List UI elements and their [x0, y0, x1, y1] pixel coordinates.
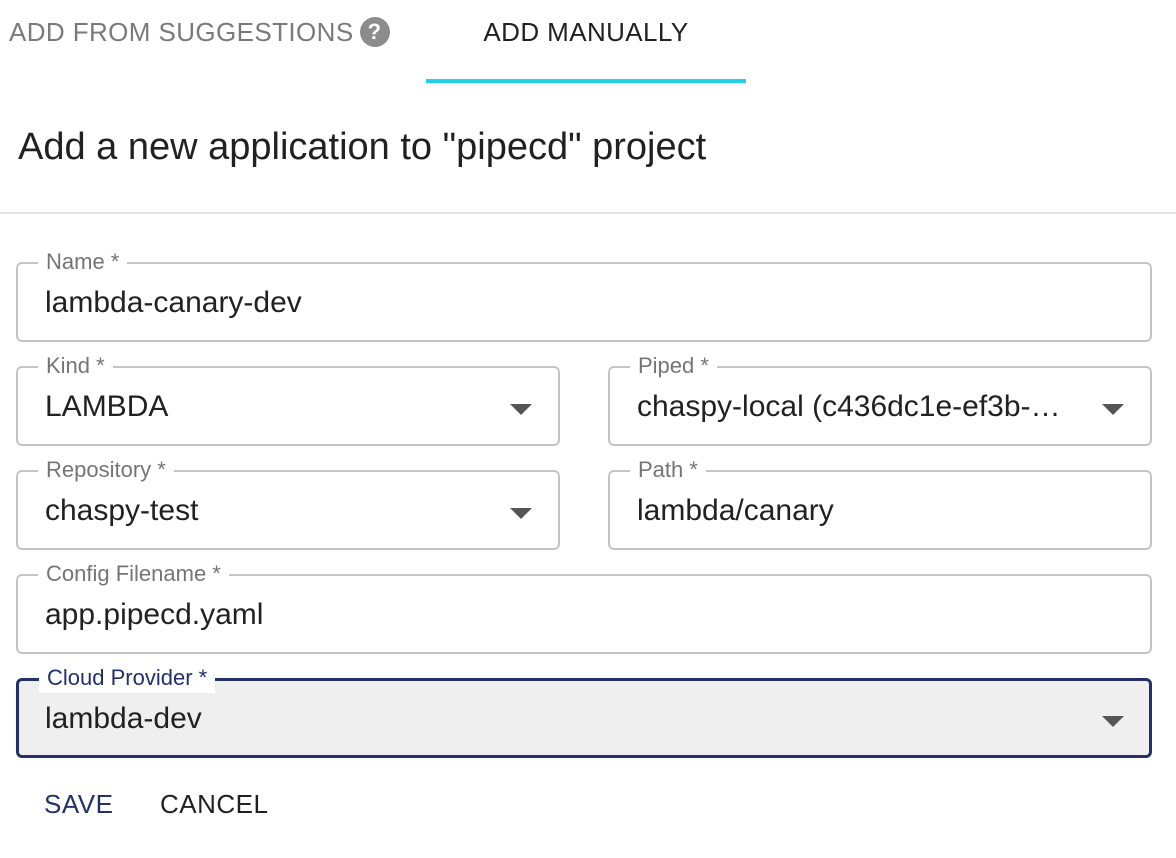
- page-title: Add a new application to "pipecd" projec…: [18, 126, 707, 168]
- save-button[interactable]: SAVE: [44, 782, 113, 826]
- path-value: lambda/canary: [637, 494, 834, 527]
- piped-value: chaspy-local (c436dc1e-ef3b-…: [637, 390, 1061, 423]
- cancel-button[interactable]: CANCEL: [160, 782, 268, 826]
- active-tab-indicator: [426, 79, 746, 83]
- tab-add-from-suggestions[interactable]: ADD FROM SUGGESTIONS ?: [0, 0, 410, 74]
- kind-value: LAMBDA: [45, 390, 169, 423]
- name-value: lambda-canary-dev: [45, 286, 302, 319]
- config-filename-field[interactable]: Config Filename * app.pipecd.yaml: [16, 559, 1152, 654]
- kind-select[interactable]: Kind * LAMBDA: [16, 351, 560, 446]
- tab-add-from-suggestions-label: ADD FROM SUGGESTIONS: [9, 16, 354, 47]
- tab-add-manually-label: ADD MANUALLY: [483, 16, 689, 47]
- cloud-provider-select[interactable]: Cloud Provider * lambda-dev: [16, 663, 1152, 758]
- piped-select[interactable]: Piped * chaspy-local (c436dc1e-ef3b-…: [608, 351, 1152, 446]
- dropdown-arrow-icon: [1102, 716, 1124, 727]
- name-field[interactable]: Name * lambda-canary-dev: [16, 247, 1152, 342]
- repository-value: chaspy-test: [45, 494, 199, 527]
- path-field[interactable]: Path * lambda/canary: [608, 455, 1152, 550]
- config-filename-label: Config Filename *: [38, 559, 229, 589]
- dropdown-arrow-icon: [510, 508, 532, 519]
- cloud-provider-value: lambda-dev: [45, 702, 202, 735]
- piped-label: Piped *: [630, 351, 717, 381]
- tab-add-manually[interactable]: ADD MANUALLY: [426, 0, 746, 74]
- divider: [0, 212, 1176, 214]
- path-label: Path *: [630, 455, 706, 485]
- help-icon[interactable]: ?: [359, 17, 390, 47]
- dropdown-arrow-icon: [510, 404, 532, 415]
- repository-label: Repository *: [38, 455, 174, 485]
- dropdown-arrow-icon: [1102, 404, 1124, 415]
- name-label: Name *: [38, 247, 128, 277]
- config-filename-value: app.pipecd.yaml: [45, 598, 264, 631]
- kind-label: Kind *: [38, 351, 113, 381]
- repository-select[interactable]: Repository * chaspy-test: [16, 455, 560, 550]
- cloud-provider-label: Cloud Provider *: [39, 663, 216, 693]
- tab-bar: ADD FROM SUGGESTIONS ? ADD MANUALLY: [0, 0, 1176, 84]
